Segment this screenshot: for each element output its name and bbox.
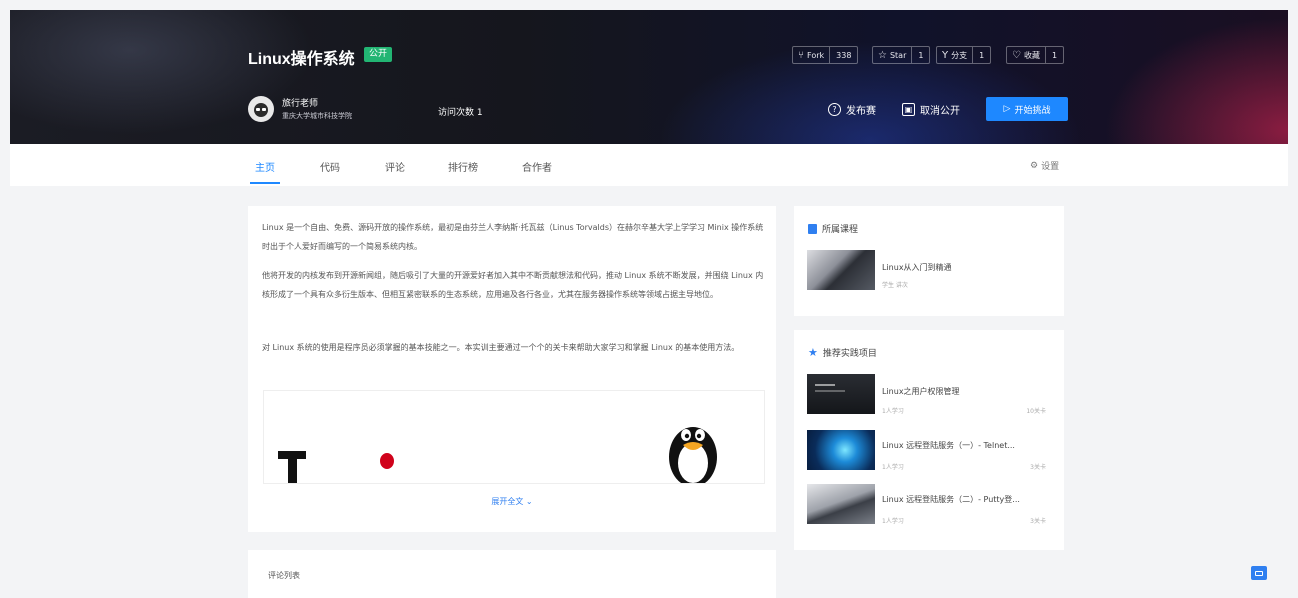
feedback-button[interactable] [1251, 566, 1267, 580]
project-title[interactable]: Linux之用户权限管理 [882, 386, 960, 397]
project-levels: 10关卡 [1026, 408, 1046, 415]
tab-collaborators[interactable]: 合作者 [522, 159, 552, 174]
course-title[interactable]: Linux从入门到精通 [882, 262, 952, 273]
course-card: 所属课程 Linux从入门到精通 学生 讲次 [794, 206, 1064, 316]
favorite-stat[interactable]: ♡ 收藏 1 [1006, 46, 1065, 64]
project-thumbnail[interactable] [807, 374, 875, 414]
issue-button[interactable]: ? 发布赛 [828, 102, 876, 117]
heart-icon: ♡ [1012, 49, 1021, 61]
branch-stat[interactable]: Y 分支 1 [936, 46, 992, 64]
expand-full-text-link[interactable]: 展开全文 ⌄ [248, 496, 776, 507]
project-learners: 1人学习 [882, 464, 904, 471]
gear-icon: ⚙ [1030, 160, 1039, 171]
project-header: Linux操作系统 公开 ⑂ Fork 338 ☆ Star 1 Y 分支 1 ♡ 收藏… [10, 10, 1288, 144]
project-title[interactable]: Linux 远程登陆服务（一）- Telnet... [882, 440, 1015, 451]
project-levels: 3关卡 [1030, 464, 1046, 471]
fork-stat[interactable]: ⑂ Fork 338 [792, 46, 859, 64]
chat-icon [1255, 570, 1263, 576]
question-icon: ? [828, 103, 841, 116]
recommended-card-title: ★ 推荐实践项目 [808, 346, 877, 359]
branch-count: 1 [972, 47, 990, 63]
intro-card: Linux 是一个自由、免费、源码开放的操作系统，最初是由芬兰人李纳斯·托瓦兹（… [248, 206, 776, 532]
project-learners: 1人学习 [882, 518, 904, 525]
active-tab-indicator [250, 182, 280, 184]
tab-home[interactable]: 主页 [255, 159, 275, 174]
project-thumbnail[interactable] [807, 484, 875, 524]
avatar[interactable] [248, 96, 274, 122]
intro-paragraph-2: 他将开发的内核发布到开源新闻组，随后吸引了大量的开源爱好者加入其中不断贡献想法和… [262, 271, 764, 299]
intro-paragraph-1: Linux 是一个自由、免费、源码开放的操作系统，最初是由芬兰人李纳斯·托瓦兹（… [262, 223, 764, 251]
course-meta: 学生 讲次 [882, 282, 908, 289]
star-icon: ☆ [878, 49, 887, 61]
project-levels: 3关卡 [1030, 518, 1046, 525]
tux-penguin-icon [669, 427, 717, 483]
tab-comments[interactable]: 评论 [385, 159, 405, 174]
project-thumbnail[interactable] [807, 430, 875, 470]
project-learners: 1人学习 [882, 408, 904, 415]
comments-title: 评论列表 [268, 571, 300, 580]
project-title[interactable]: Linux 远程登陆服务（二）- Putty登... [882, 494, 1020, 505]
project-title: Linux操作系统 [248, 51, 355, 68]
visit-count: 访问次数 1 [438, 108, 483, 118]
favorite-count: 1 [1044, 47, 1063, 63]
play-icon: ▷ [1003, 104, 1011, 114]
branch-icon: Y [942, 49, 949, 61]
intro-paragraph-3: 对 Linux 系统的使用是程序员必须掌握的基本技能之一。本实训主要通过一个个的… [262, 343, 740, 352]
star-icon: ★ [808, 346, 818, 359]
author-name[interactable]: 旅行老师 [282, 96, 318, 109]
course-card-title: 所属课程 [808, 222, 858, 235]
star-count: 1 [911, 47, 929, 63]
tab-leaderboard[interactable]: 排行榜 [448, 159, 478, 174]
author-org: 重庆大学城市科技学院 [282, 112, 352, 120]
recommended-projects-card: ★ 推荐实践项目 Linux之用户权限管理 1人学习 10关卡 Linux 远程… [794, 330, 1064, 550]
fork-count: 338 [829, 47, 857, 63]
start-challenge-button[interactable]: ▷ 开始挑战 [986, 97, 1068, 121]
star-stat[interactable]: ☆ Star 1 [872, 46, 931, 64]
image-icon: ▣ [902, 103, 915, 116]
settings-button[interactable]: ⚙ 设置 [1030, 159, 1059, 173]
linux-logo-image [263, 390, 765, 484]
unpublish-button[interactable]: ▣ 取消公开 [902, 102, 960, 117]
chevron-down-icon: ⌄ [525, 497, 533, 506]
tab-code[interactable]: 代码 [320, 159, 340, 174]
comments-card: 评论列表 [248, 550, 776, 598]
tab-bar: 主页 代码 评论 排行榜 合作者 ⚙ 设置 [10, 144, 1288, 186]
visibility-badge: 公开 [364, 47, 393, 62]
course-thumbnail[interactable] [807, 250, 875, 290]
fork-icon: ⑂ [798, 49, 804, 61]
book-icon [808, 223, 817, 234]
